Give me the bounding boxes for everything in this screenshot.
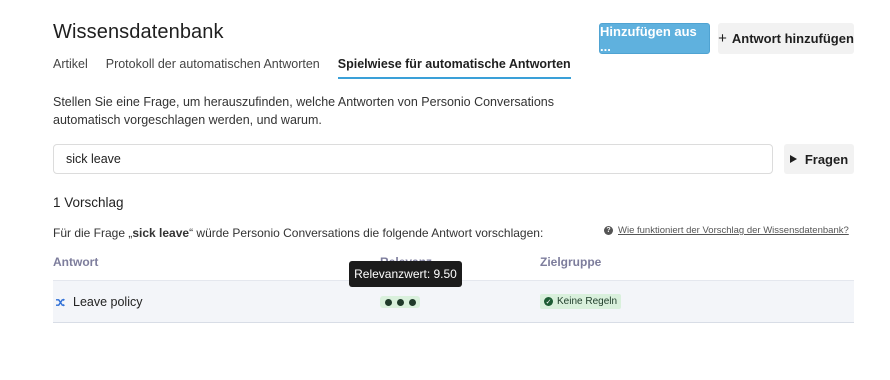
ask-button[interactable]: Fragen [784,144,854,174]
result-description: Für die Frage „sick leave“ würde Personi… [53,226,543,240]
add-answer-button[interactable]: + Antwort hinzufügen [718,23,854,54]
plus-icon: + [718,30,727,47]
column-header-answer: Antwort [53,255,99,269]
relevance-tooltip: Relevanzwert: 9.50 [349,261,462,287]
ask-label: Fragen [804,151,849,167]
relevance-dot [384,298,392,306]
help-link[interactable]: ? Wie funktioniert der Vorschlag der Wis… [604,225,849,236]
tab-auto-answer-log[interactable]: Protokoll der automatischen Antworten [106,55,320,79]
tab-articles[interactable]: Artikel [53,55,88,79]
play-icon [789,155,797,163]
intro-text: Stellen Sie eine Frage, um herauszufinde… [53,95,554,127]
help-link-text: Wie funktioniert der Vorschlag der Wisse… [618,225,849,236]
check-circle-icon: ✓ [544,297,553,306]
add-answer-label: Antwort hinzufügen [731,31,854,46]
relevance-dot [408,298,416,306]
tab-bar: Artikel Protokoll der automatischen Antw… [53,55,571,79]
target-badge: ✓ Keine Regeln [540,294,622,309]
tab-auto-answer-playground[interactable]: Spielwiese für automatische Antworten [337,55,571,79]
question-circle-icon: ? [604,226,613,235]
shuffle-icon [56,297,65,307]
relevance-dot [396,298,404,306]
add-from-label: Hinzufügen aus ... [600,23,697,54]
result-description-query: sick leave [132,226,190,240]
suggestion-count: 1 Vorschlag [53,195,124,210]
target-badge-label: Keine Regeln [557,296,618,307]
question-input[interactable] [53,144,773,174]
page-title: Wissensdatenbank [53,21,224,43]
result-description-suffix: “ würde Personio Conversations die folge… [189,226,544,240]
relevance-indicator[interactable] [380,296,420,308]
answer-cell[interactable]: Leave policy [56,295,143,309]
result-description-prefix: Für die Frage „ [53,226,133,240]
add-from-button[interactable]: Hinzufügen aus ... [599,23,710,54]
answer-title: Leave policy [73,295,143,309]
column-header-target: Zielgruppe [540,255,602,269]
